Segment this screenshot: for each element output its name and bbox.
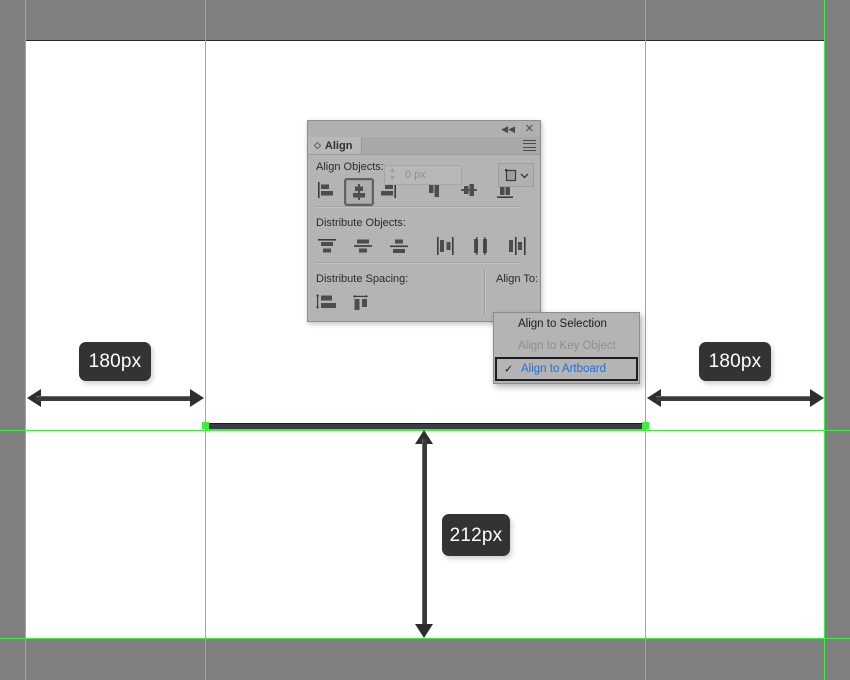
panel-title-bar[interactable]: ◀◀ ✕ — [308, 121, 540, 138]
vertical-distribute-bottom-button[interactable] — [386, 234, 412, 258]
collapse-left-icon[interactable]: ◀◀ — [501, 123, 515, 135]
panel-tab-row[interactable]: ◇ Align — [308, 137, 540, 155]
stepper-arrows-icon[interactable]: ▲ ▼ — [388, 167, 397, 182]
measure-arrow-right — [647, 389, 824, 407]
panel-menu-icon[interactable] — [523, 140, 536, 151]
horizontal-distribute-space-button[interactable] — [348, 290, 374, 314]
illustrator-canvas-stage: 180px 180px 212px ◀◀ ✕ ◇ Align Align Obj… — [0, 0, 850, 680]
vertical-distribute-space-icon — [316, 294, 336, 309]
vertical-distribute-bottom-icon — [390, 239, 408, 253]
align-to-dropdown-menu[interactable]: Align to Selection Align to Key Object ✓… — [493, 312, 640, 384]
spacing-value-text: 0 px — [405, 169, 426, 181]
arrow-shaft — [422, 439, 427, 629]
tab-align-label: Align — [324, 139, 353, 152]
vertical-distribute-space-button[interactable] — [314, 290, 340, 314]
vertical-distribute-top-icon — [318, 239, 336, 253]
guide-vertical-right-inner — [645, 0, 646, 680]
guide-vertical-left-outer — [25, 0, 26, 680]
vertical-distribute-center-icon — [354, 239, 372, 253]
horizontal-distribute-left-button[interactable] — [432, 234, 458, 258]
stepper-down-icon[interactable]: ▼ — [389, 175, 396, 182]
chevron-down-icon — [520, 173, 529, 178]
guide-vertical-right-outer — [824, 0, 825, 680]
panel-divider-1 — [315, 206, 521, 208]
selection-handle-left[interactable] — [202, 422, 209, 429]
horizontal-align-left-button[interactable] — [314, 178, 340, 202]
arrow-shaft — [656, 396, 815, 401]
horizontal-distribute-right-icon — [509, 237, 526, 255]
horizontal-distribute-center-icon — [474, 237, 487, 255]
panel-divider-2 — [315, 262, 521, 264]
menu-item-align-to-key-object: Align to Key Object — [494, 335, 639, 357]
distribute-spacing-label: Distribute Spacing: — [316, 273, 409, 285]
tab-align[interactable]: ◇ Align — [308, 137, 363, 154]
close-icon[interactable]: ✕ — [525, 123, 534, 135]
menu-item-align-to-selection[interactable]: Align to Selection — [494, 313, 639, 335]
grip-diamond-icon: ◇ — [314, 140, 321, 150]
horizontal-distribute-right-button[interactable] — [504, 234, 530, 258]
align-to-label: Align To: — [496, 273, 538, 285]
menu-item-align-to-artboard[interactable]: ✓ Align to Artboard — [495, 357, 638, 381]
align-to-artboard-icon — [505, 169, 517, 182]
stepper-up-icon[interactable]: ▲ — [389, 167, 396, 174]
arrow-head-right-icon — [810, 389, 824, 407]
measure-label-bottom: 212px — [442, 514, 510, 556]
menu-item-label: Align to Artboard — [521, 363, 607, 375]
spacing-value-field[interactable]: ▲ ▼ 0 px — [384, 165, 462, 185]
panel-divider-vertical — [484, 269, 486, 315]
horizontal-distribute-left-icon — [437, 237, 454, 255]
horizontal-align-center-button[interactable] — [344, 178, 374, 206]
arrow-head-down-icon — [415, 624, 433, 638]
checkmark-icon: ✓ — [504, 363, 514, 376]
align-objects-label: Align Objects: — [316, 161, 384, 173]
horizontal-distribute-space-icon — [353, 294, 368, 310]
distribute-objects-label: Distribute Objects: — [316, 217, 406, 229]
vertical-align-center-icon — [461, 184, 477, 196]
panel-body: Align Objects: Distribute Objects: Distr… — [308, 155, 540, 321]
menu-item-label: Align to Key Object — [518, 340, 616, 352]
arrow-shaft — [36, 396, 195, 401]
measure-label-right: 180px — [699, 342, 771, 381]
measure-label-left: 180px — [79, 342, 151, 381]
selection-handle-right[interactable] — [642, 422, 649, 429]
menu-item-label: Align to Selection — [518, 318, 607, 330]
align-panel[interactable]: ◀◀ ✕ ◇ Align Align Objects: Distribute O… — [307, 120, 541, 322]
horizontal-align-left-icon — [318, 182, 333, 198]
measure-arrow-bottom — [415, 430, 433, 638]
measure-arrow-left — [27, 389, 204, 407]
arrow-head-right-icon — [190, 389, 204, 407]
align-to-dropdown-button[interactable] — [498, 163, 534, 187]
horizontal-distribute-center-button[interactable] — [468, 234, 494, 258]
vertical-distribute-top-button[interactable] — [314, 234, 340, 258]
guide-vertical-left-inner — [205, 0, 206, 680]
horizontal-align-center-icon — [353, 184, 365, 200]
vertical-distribute-center-button[interactable] — [350, 234, 376, 258]
guide-horizontal-bottom — [0, 638, 850, 639]
